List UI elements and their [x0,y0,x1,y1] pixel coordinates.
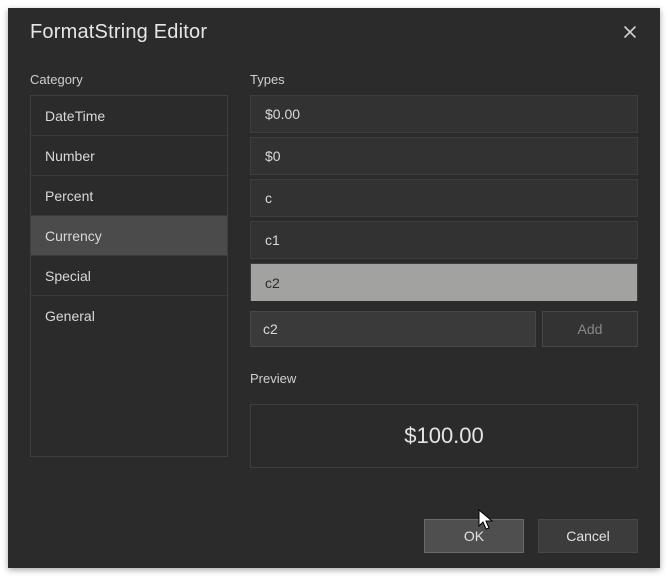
ok-button[interactable]: OK [424,519,524,553]
category-item-number[interactable]: Number [31,136,227,176]
types-label: Types [250,72,638,87]
type-item[interactable]: $0 [250,137,638,175]
category-item-datetime[interactable]: DateTime [31,96,227,136]
category-column: Category DateTime Number Percent Currenc… [30,72,228,504]
dialog-content: Category DateTime Number Percent Currenc… [8,56,660,504]
dialog-footer: OK Cancel [8,504,660,568]
category-item-special[interactable]: Special [31,256,227,296]
cancel-button[interactable]: Cancel [538,519,638,553]
formatstring-editor-dialog: FormatString Editor Category DateTime Nu… [8,8,660,568]
category-item-percent[interactable]: Percent [31,176,227,216]
type-item-selected[interactable]: c2 [250,263,638,301]
titlebar: FormatString Editor [8,8,660,56]
category-list: DateTime Number Percent Currency Special… [30,95,228,457]
close-icon[interactable] [616,18,644,46]
add-row: Add [250,311,638,347]
format-input[interactable] [250,311,536,347]
types-list: $0.00 $0 c c1 c2 [250,95,638,305]
preview-box: $100.00 [250,404,638,468]
type-item[interactable]: c1 [250,221,638,259]
category-label: Category [30,72,228,87]
preview-value: $100.00 [404,423,484,449]
type-item[interactable]: $0.00 [250,95,638,133]
type-item[interactable]: c [250,179,638,217]
types-column: Types $0.00 $0 c c1 c2 Add Preview $100.… [250,72,638,504]
category-item-currency[interactable]: Currency [31,216,227,256]
preview-label: Preview [250,371,638,386]
dialog-title: FormatString Editor [30,21,207,44]
add-button[interactable]: Add [542,311,638,347]
category-item-general[interactable]: General [31,296,227,336]
